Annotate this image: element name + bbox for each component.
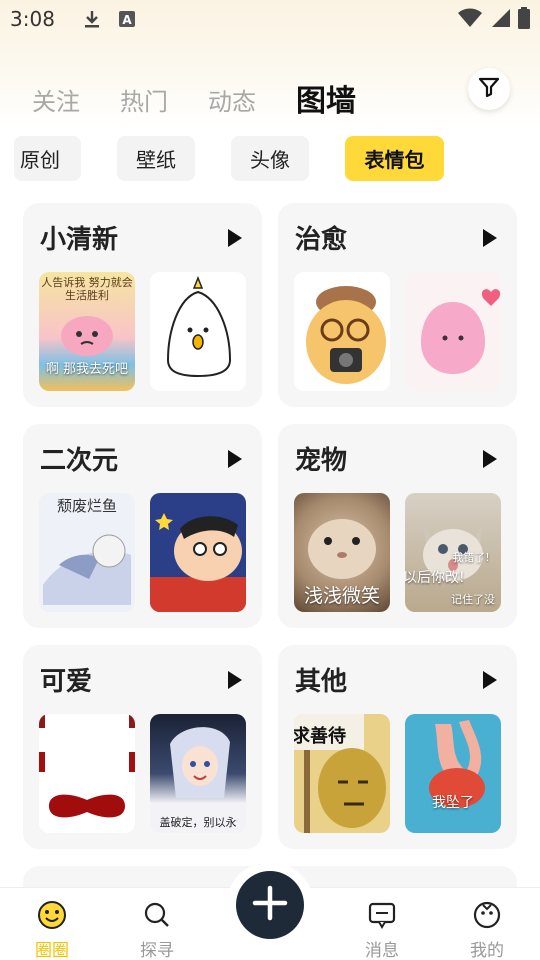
play-icon[interactable] (483, 671, 497, 689)
nav-label: 消息 (365, 941, 399, 960)
a-notification-icon: A (118, 11, 135, 27)
thumb-caption: 人告诉我 努力就会 生活胜利 (41, 276, 133, 302)
category-card-healing[interactable]: 治愈 (278, 203, 517, 407)
battery-icon (518, 7, 530, 34)
thumb-caption: 盖破定，别以永 (159, 816, 237, 829)
thumb-caption: 啊 那我去死吧 (45, 362, 129, 377)
wifi-icon (458, 8, 482, 33)
plus-icon (252, 885, 288, 925)
card-title: 二次元 (40, 446, 119, 476)
white-bird-icon (166, 275, 232, 378)
signal-icon (490, 8, 510, 33)
thumb-image[interactable] (150, 272, 246, 391)
play-icon[interactable] (228, 229, 242, 247)
thumb-image[interactable] (405, 272, 501, 391)
nav-item-explore[interactable]: 探寻 (117, 900, 197, 960)
thumb-image[interactable]: 我错了! 以后你改! 记住了没 (405, 493, 501, 612)
thumb-image[interactable]: 求善待 (294, 714, 390, 833)
thumb-image[interactable] (150, 493, 246, 612)
nav-label: 我的 (470, 941, 504, 960)
nav-label: 圈圈 (35, 941, 69, 960)
thumb-caption: 颓废烂鱼 (56, 497, 117, 515)
thumb-image[interactable]: 我坠了 (405, 714, 501, 833)
cartoon-boy-icon (150, 513, 246, 612)
thumb-image[interactable]: 人告诉我 努力就会 生活胜利 啊 那我去死吧 (39, 272, 135, 391)
category-card-pets[interactable]: 宠物 浅浅微笑 我错了! 以后你改! 记住了没 (278, 424, 517, 628)
red-mouth-icon (39, 714, 135, 818)
create-post-button[interactable] (236, 871, 304, 939)
category-chips: 原创 壁纸 头像 表情包 (0, 136, 540, 182)
bear-photographer-icon (306, 286, 386, 384)
nav-item-profile[interactable]: 我的 (447, 900, 527, 960)
falling-character-icon (429, 720, 485, 808)
tab-dynamic[interactable]: 动态 (208, 82, 256, 122)
pink-ghost-icon (421, 289, 501, 374)
card-title: 可爱 (40, 667, 93, 697)
chip-original[interactable]: 原创 (14, 136, 81, 181)
thumb-image[interactable] (294, 272, 390, 391)
chip-wallpaper[interactable]: 壁纸 (117, 136, 195, 181)
tab-picture-wall[interactable]: 图墙 (295, 82, 356, 123)
nav-item-messages[interactable]: 消息 (342, 900, 422, 960)
filter-icon (477, 75, 501, 103)
category-card-anime[interactable]: 二次元 颓废烂鱼 (23, 424, 262, 628)
crying-character-icon (61, 316, 113, 356)
category-card-fresh[interactable]: 小清新 人告诉我 努力就会 生活胜利 啊 那我去死吧 (23, 203, 262, 407)
lying-anime-girl-icon (43, 534, 131, 605)
nav-item-circle[interactable]: 圈圈 (12, 900, 92, 960)
play-icon[interactable] (483, 450, 497, 468)
card-title: 治愈 (295, 225, 348, 255)
chip-emoji-pack[interactable]: 表情包 (345, 136, 444, 181)
thumb-caption: 记住了没 (451, 593, 495, 606)
thumb-image[interactable]: 盖破定，别以永 (150, 714, 246, 833)
play-icon[interactable] (228, 671, 242, 689)
svg-text:A: A (122, 13, 132, 27)
thumb-image[interactable]: 颓废烂鱼 (39, 493, 135, 612)
top-tabs: 关注 热门 动态 图墙 (32, 76, 356, 123)
thumb-caption: 我错了! (452, 551, 490, 564)
tab-follow[interactable]: 关注 (32, 82, 80, 122)
tab-hot[interactable]: 热门 (120, 82, 168, 122)
message-icon (367, 900, 397, 930)
card-title: 小清新 (40, 225, 119, 255)
smiley-face-icon (37, 900, 67, 930)
chip-avatar[interactable]: 头像 (231, 136, 309, 181)
thumb-caption: 求善待 (294, 726, 346, 747)
status-right-icons (458, 7, 530, 34)
status-bar: 3:08 A (0, 0, 540, 38)
thumb-image[interactable]: 浅浅微笑 (294, 493, 390, 612)
thumb-image[interactable] (39, 714, 135, 833)
thumb-caption: 以后你改! (405, 570, 465, 586)
profile-icon (472, 900, 502, 930)
status-time: 3:08 (10, 7, 55, 31)
card-title: 其他 (295, 667, 348, 697)
category-card-cute[interactable]: 可爱 盖破定，别以永 (23, 645, 262, 849)
card-title: 宠物 (295, 446, 348, 476)
play-icon[interactable] (483, 229, 497, 247)
filter-button[interactable] (468, 68, 510, 110)
download-icon (83, 9, 101, 29)
nav-label: 探寻 (140, 941, 174, 960)
search-icon (142, 900, 172, 930)
thumb-caption: 我坠了 (432, 795, 474, 811)
play-icon[interactable] (228, 450, 242, 468)
category-card-other[interactable]: 其他 求善待 我坠了 (278, 645, 517, 849)
thumb-caption: 浅浅微笑 (303, 585, 380, 607)
